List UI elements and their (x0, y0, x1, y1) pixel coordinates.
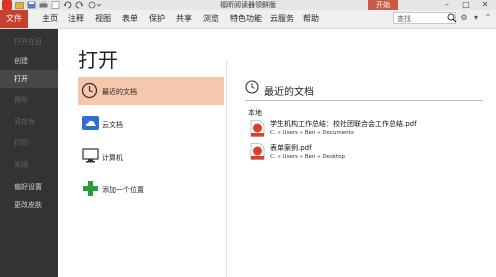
clock-icon (245, 80, 259, 94)
window-title: 福昕阅读器领鲜版 (220, 1, 276, 9)
panel-divider (226, 60, 227, 277)
menu-browse[interactable]: 浏览 (203, 10, 219, 28)
location-computer[interactable] (78, 144, 224, 172)
recent-file-path: C: » Users » Ben » Documents (270, 130, 354, 136)
menu-home[interactable]: 主页 (42, 10, 58, 28)
search-icon[interactable] (447, 13, 457, 23)
sidebar-item-print[interactable]: 打印 (0, 134, 58, 152)
location-label-add: 添加一个位置 (102, 186, 144, 194)
menu-features[interactable]: 特色功能 (230, 10, 262, 28)
sidebar-item-open-location[interactable]: 打开在目 (0, 33, 58, 51)
menu-form[interactable]: 表单 (122, 10, 138, 28)
minimize-icon[interactable]: – (440, 0, 454, 10)
recent-file-name[interactable]: 学生机构工作总结：校社团联合会工作总结.pdf (270, 119, 417, 129)
sidebar-item-open[interactable]: 打开 (0, 70, 58, 88)
maximize-icon[interactable]: □ (459, 0, 473, 10)
close-icon[interactable]: ✕ (478, 0, 492, 10)
pdf-file-icon (250, 120, 265, 137)
menu-file[interactable]: 文件 (0, 10, 28, 28)
menu-view[interactable]: 视图 (95, 10, 111, 28)
location-add-place[interactable] (78, 178, 224, 206)
menu-cloud[interactable]: 云服务 (270, 10, 294, 28)
page-title: 打开 (78, 48, 118, 72)
location-recent-documents[interactable] (78, 77, 224, 105)
sidebar-item-save[interactable]: 保存 (0, 91, 58, 109)
location-label-cloud: 云文档 (102, 121, 123, 129)
computer-icon (82, 148, 99, 163)
location-label-recent: 最近的文档 (102, 88, 137, 96)
menu-share[interactable]: 共享 (176, 10, 192, 28)
clock-icon (81, 82, 98, 99)
location-label-computer: 计算机 (102, 154, 123, 162)
recent-documents-title: 最近的文档 (264, 87, 314, 98)
recent-file-path: C: » Users » Ben » Desktop (270, 154, 346, 160)
settings-icon[interactable]: ⚙ (459, 13, 469, 23)
menu-protect[interactable]: 保护 (149, 10, 165, 28)
group-label-local: 本地 (248, 109, 262, 117)
pdf-file-icon (250, 143, 265, 160)
chevron-down-icon[interactable]: ▾ (471, 13, 481, 23)
sidebar-item-change-skin[interactable]: 更改皮肤 (0, 196, 58, 214)
collapse-ribbon-icon[interactable]: ⌃ (483, 13, 493, 23)
divider (245, 100, 483, 101)
plus-icon (83, 181, 98, 196)
sidebar-item-create[interactable]: 创建 (0, 52, 58, 70)
location-cloud-documents[interactable] (78, 111, 224, 139)
sidebar-item-save-as[interactable]: 另存为 (0, 113, 58, 131)
recent-file-name[interactable]: 表单案例.pdf (270, 143, 312, 153)
tab-start[interactable]: 开始 (368, 0, 398, 10)
menu-annotate[interactable]: 注释 (68, 10, 84, 28)
menu-help[interactable]: 帮助 (303, 10, 319, 28)
sidebar-item-close[interactable]: 关闭 (0, 156, 58, 174)
cloud-icon (82, 116, 99, 130)
sidebar-item-preferences[interactable]: 偏好设置 (0, 178, 58, 196)
